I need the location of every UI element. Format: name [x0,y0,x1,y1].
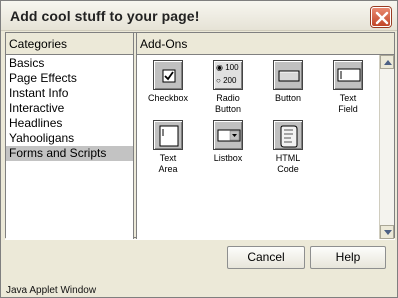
checkbox-icon [153,60,183,90]
html-code-icon [273,120,303,150]
radio-button-icon: ◉ 100 ○ 200 [213,60,243,90]
window-title: Add cool stuff to your page! [10,8,200,24]
tool-label: Button [274,93,302,103]
scroll-down-button[interactable] [380,225,394,239]
title-bar: Add cool stuff to your page! [1,1,397,31]
add-ons-scrollbar[interactable] [379,55,394,239]
scroll-up-button[interactable] [380,55,394,69]
categories-list[interactable]: Basics Page Effects Instant Info Interac… [6,55,134,239]
category-item-yahooligans[interactable]: Yahooligans [6,131,133,146]
tool-html-code[interactable]: HTML Code [260,120,316,175]
tool-text-field[interactable]: Text Field [320,60,376,115]
text-area-icon [153,120,183,150]
add-ons-header: Add-Ons [136,33,394,55]
radio-icon-text-200: 200 [223,76,237,85]
tool-listbox[interactable]: Listbox [200,120,256,164]
tool-button[interactable]: Button [260,60,316,104]
status-text: Java Applet Window [6,285,97,296]
category-item-interactive[interactable]: Interactive [6,101,133,116]
button-icon [273,60,303,90]
tool-label: Radio Button [214,93,242,114]
category-item-page-effects[interactable]: Page Effects [6,71,133,86]
category-item-headlines[interactable]: Headlines [6,116,133,131]
tool-label: Listbox [213,153,243,163]
add-ons-dialog: Add cool stuff to your page! Categories … [0,0,398,298]
category-item-basics[interactable]: Basics [6,56,133,71]
tool-label: Checkbox [147,93,189,103]
text-field-icon [333,60,363,90]
tool-checkbox[interactable]: Checkbox [140,60,196,104]
radio-icon-text-100: 100 [225,63,239,72]
listbox-icon [213,120,243,150]
close-button[interactable] [371,7,391,27]
help-button[interactable]: Help [310,246,386,269]
cancel-button[interactable]: Cancel [227,246,305,269]
category-item-instant-info[interactable]: Instant Info [6,86,133,101]
scroll-down-arrow-icon [384,230,392,235]
tool-radio-button[interactable]: ◉ 100 ○ 200 Radio Button [200,60,256,115]
main-content: Categories Basics Page Effects Instant I… [5,32,395,239]
tool-text-area[interactable]: Text Area [140,120,196,175]
add-ons-panel: Checkbox ◉ 100 ○ 200 Radio Button Button… [136,55,379,239]
tool-label: Text Field [338,93,358,114]
tool-label: HTML Code [275,153,301,174]
tool-label: Text Area [158,153,178,174]
close-icon [375,11,389,25]
category-item-forms-and-scripts[interactable]: Forms and Scripts [6,146,133,161]
scroll-up-arrow-icon [384,60,392,65]
categories-header: Categories [6,33,134,55]
footer-divider [5,239,395,240]
